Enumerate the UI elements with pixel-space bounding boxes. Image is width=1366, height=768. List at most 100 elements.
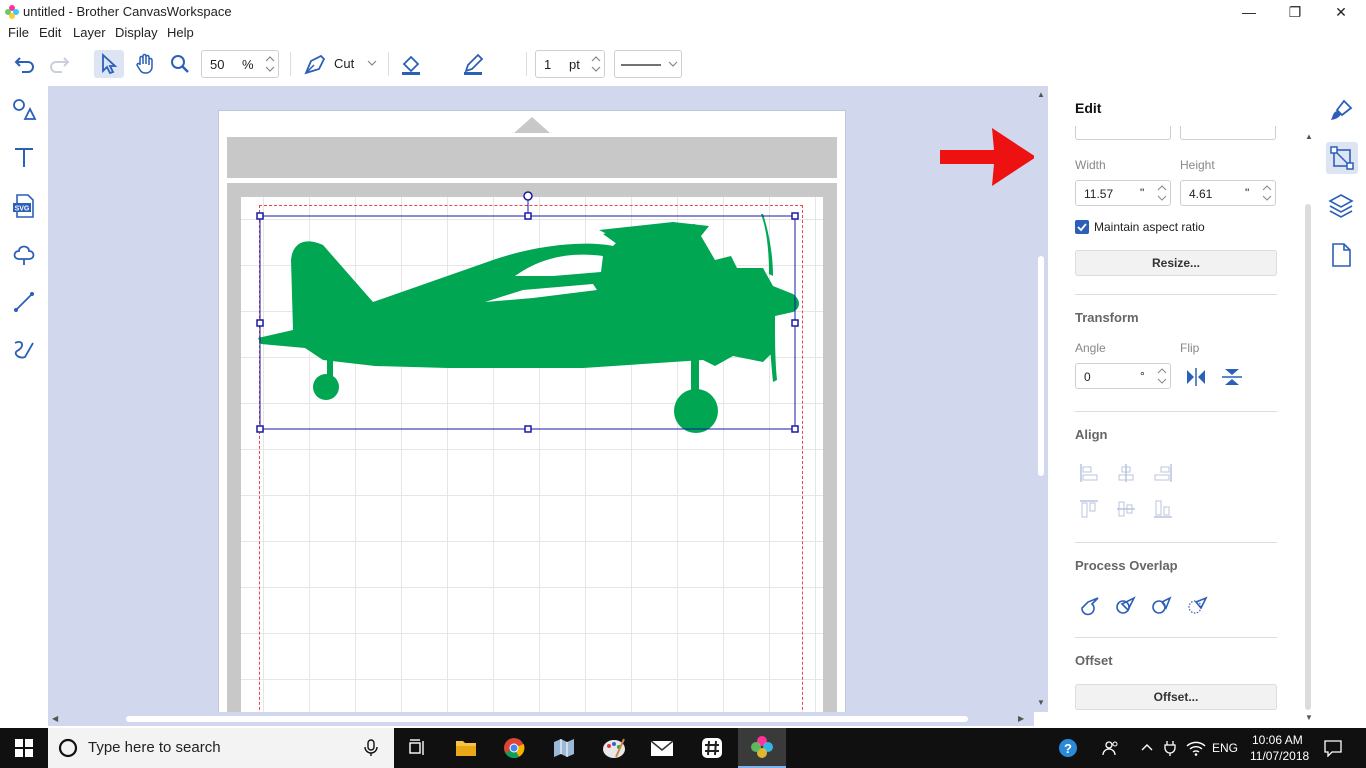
- angle-spin-arrows-icon[interactable]: [1154, 364, 1170, 388]
- slack-app-button[interactable]: [688, 728, 736, 768]
- line-width-spin-arrows-icon[interactable]: [588, 51, 604, 77]
- canvas-vertical-scrollbar[interactable]: ▲ ▼: [1034, 86, 1048, 712]
- zoom-spin-arrows-icon[interactable]: [262, 51, 278, 77]
- close-button[interactable]: ✕: [1318, 0, 1364, 24]
- canvas-horizontal-scrollbar[interactable]: ◀ ▶: [48, 712, 1034, 726]
- taskbar: Type here to search ? ENG 10:06 AM 11/07…: [0, 728, 1366, 768]
- airplane-shape[interactable]: [253, 190, 803, 436]
- width-spin-arrows-icon[interactable]: [1154, 181, 1170, 205]
- fill-tool-button[interactable]: [396, 50, 426, 78]
- width-field[interactable]: 11.57 ": [1075, 180, 1171, 206]
- zoom-stepper[interactable]: 50 %: [201, 50, 279, 78]
- clock-date[interactable]: 11/07/2018: [1250, 749, 1309, 763]
- scroll-down-icon[interactable]: ▼: [1037, 698, 1045, 707]
- transform-section-title: Transform: [1075, 310, 1139, 325]
- flip-horizontal-icon[interactable]: [1184, 366, 1208, 388]
- paint-app-button[interactable]: [590, 728, 638, 768]
- line-tool-color-button[interactable]: [458, 50, 488, 78]
- layers-icon[interactable]: [1328, 192, 1354, 218]
- panel-scroll-down-icon[interactable]: ▼: [1305, 713, 1313, 722]
- file-explorer-button[interactable]: [442, 728, 490, 768]
- align-center-icon[interactable]: [1115, 462, 1137, 484]
- help-tray-icon[interactable]: ?: [1058, 738, 1078, 758]
- angle-field[interactable]: 0 °: [1075, 363, 1171, 389]
- minimize-button[interactable]: —: [1226, 0, 1272, 24]
- shapes-tool-button[interactable]: [8, 94, 40, 126]
- panel-scroll-up-icon[interactable]: ▲: [1305, 132, 1313, 141]
- align-right-icon[interactable]: [1152, 462, 1174, 484]
- x-position-field[interactable]: [1075, 126, 1171, 140]
- align-left-icon[interactable]: [1078, 462, 1100, 484]
- power-plug-icon[interactable]: [1162, 740, 1178, 756]
- canvasworkspace-taskbar-button[interactable]: [738, 728, 786, 768]
- zoom-tool-button[interactable]: [165, 50, 195, 78]
- flip-vertical-icon[interactable]: [1220, 366, 1244, 388]
- align-top-icon[interactable]: [1078, 498, 1100, 520]
- outline-tool-button[interactable]: [8, 238, 40, 270]
- redo-button[interactable]: [44, 50, 74, 78]
- red-pointer-arrow-icon: [940, 128, 1034, 186]
- select-tool-button[interactable]: [94, 50, 124, 78]
- menu-help[interactable]: Help: [167, 25, 194, 40]
- svg-import-button[interactable]: SVG: [8, 190, 40, 222]
- maintain-aspect-checkbox[interactable]: [1075, 220, 1089, 234]
- chrome-button[interactable]: [490, 728, 538, 768]
- mail-app-button[interactable]: [638, 728, 686, 768]
- people-icon[interactable]: [1102, 739, 1120, 757]
- action-center-icon[interactable]: [1324, 739, 1342, 757]
- language-indicator[interactable]: ENG: [1212, 741, 1238, 755]
- canvas-area[interactable]: [48, 86, 1034, 712]
- height-field[interactable]: 4.61 ": [1180, 180, 1276, 206]
- menu-layer[interactable]: Layer: [73, 25, 106, 40]
- scroll-right-icon[interactable]: ▶: [1018, 714, 1024, 723]
- vertical-scroll-thumb[interactable]: [1038, 256, 1044, 476]
- document-icon[interactable]: [1328, 242, 1354, 268]
- scroll-up-icon[interactable]: ▲: [1037, 90, 1045, 99]
- weld-icon[interactable]: [1078, 592, 1102, 616]
- mat-header-bar: [227, 137, 837, 178]
- paint-bucket-icon: [402, 55, 420, 75]
- line-style-select[interactable]: [614, 50, 682, 78]
- line-width-stepper[interactable]: 1 pt: [535, 50, 605, 78]
- volume-icon[interactable]: [1192, 740, 1208, 756]
- align-bottom-icon[interactable]: [1152, 498, 1174, 520]
- panel-scroll-thumb[interactable]: [1305, 204, 1311, 710]
- edit-panel-tab[interactable]: [1326, 142, 1358, 174]
- offset-button[interactable]: Offset...: [1075, 684, 1277, 710]
- align-middle-icon[interactable]: [1115, 498, 1137, 520]
- microphone-icon[interactable]: [364, 739, 378, 757]
- pan-tool-button[interactable]: [130, 50, 160, 78]
- mode-select[interactable]: Cut: [326, 50, 380, 78]
- left-toolbar: SVG: [0, 86, 48, 726]
- horizontal-scroll-thumb[interactable]: [126, 716, 968, 722]
- menu-edit[interactable]: Edit: [39, 25, 61, 40]
- freehand-tool-button[interactable]: [8, 334, 40, 366]
- pointer-icon: [102, 53, 118, 75]
- height-spin-arrows-icon[interactable]: [1259, 181, 1275, 205]
- solid-line-icon: [621, 64, 661, 66]
- restore-button[interactable]: ❐: [1272, 0, 1318, 24]
- show-hidden-icons-chevron-up-icon[interactable]: [1140, 742, 1154, 752]
- line-tool-button[interactable]: [8, 286, 40, 318]
- task-view-button[interactable]: [394, 728, 442, 768]
- toolbar-divider: [526, 52, 527, 76]
- resize-button[interactable]: Resize...: [1075, 250, 1277, 276]
- chevron-down-icon: [668, 61, 678, 67]
- intersect-icon[interactable]: [1186, 592, 1210, 616]
- group-overlap-icon[interactable]: [1114, 592, 1138, 616]
- paint-brush-icon[interactable]: [1328, 98, 1354, 124]
- text-tool-button[interactable]: [8, 142, 40, 174]
- edit-panel: Edit ▲ Width Height 11.57 " 4.61 " Maint…: [1050, 86, 1318, 726]
- start-button[interactable]: [0, 728, 48, 768]
- taskbar-search-box[interactable]: Type here to search: [48, 728, 394, 768]
- clock-time[interactable]: 10:06 AM: [1252, 733, 1303, 747]
- undo-button[interactable]: [10, 50, 40, 78]
- menu-display[interactable]: Display: [115, 25, 158, 40]
- scroll-left-icon[interactable]: ◀: [52, 714, 58, 723]
- y-position-field[interactable]: [1180, 126, 1276, 140]
- menu-file[interactable]: File: [8, 25, 29, 40]
- subtract-icon[interactable]: [1150, 592, 1174, 616]
- map-app-icon: [554, 739, 574, 757]
- align-section-title: Align: [1075, 427, 1108, 442]
- maps-app-button[interactable]: [540, 728, 588, 768]
